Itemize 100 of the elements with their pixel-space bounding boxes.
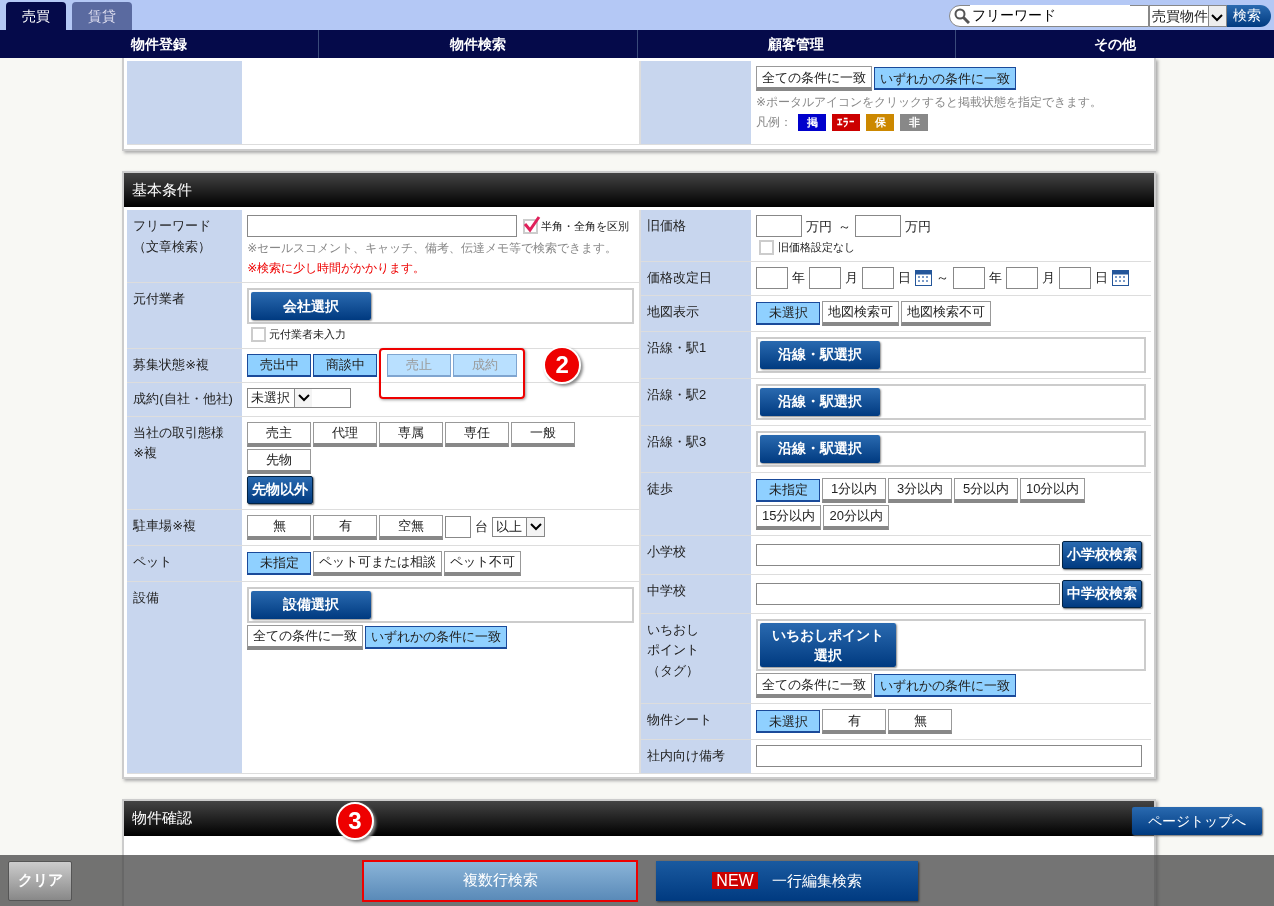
text-field[interactable] <box>247 215 518 238</box>
legend-label: 凡例： <box>756 114 792 132</box>
date-field[interactable] <box>809 266 841 289</box>
hint-text: ※ポータルアイコンをクリックすると掲載状態を指定できます。 <box>756 94 1103 112</box>
field-label: 成約(自社・他社) <box>127 382 243 416</box>
toggle-button[interactable]: 全ての条件に一致 <box>247 624 364 650</box>
checkbox-label: 半角・全角を区別 <box>540 219 629 234</box>
toggle-button[interactable]: 商談中 <box>313 353 378 377</box>
select-button[interactable]: 沿線・駅選択 <box>760 340 880 369</box>
toggle-button[interactable]: 空無 <box>379 514 444 540</box>
toggle-button[interactable]: 無 <box>888 709 952 735</box>
checkbox-label: 元付業者未入力 <box>268 327 346 343</box>
date-field[interactable] <box>756 266 788 289</box>
checkbox[interactable] <box>759 240 775 255</box>
select-button[interactable]: 沿線・駅選択 <box>760 434 880 463</box>
toggle-button[interactable]: 有 <box>313 514 378 540</box>
toggle-button[interactable]: 全ての条件に一致 <box>756 66 872 92</box>
price-field[interactable] <box>855 215 901 238</box>
select-button[interactable]: いちおしポイント選択 <box>760 622 896 668</box>
field-label: （文章検索） <box>133 238 213 257</box>
field-label: 社内向け備考 <box>641 740 751 773</box>
field-label: 小学校 <box>641 535 751 574</box>
toggle-button[interactable]: 売主 <box>247 421 312 447</box>
field-label: 中学校 <box>641 574 751 613</box>
toggle-button[interactable]: 未指定 <box>247 551 312 575</box>
toggle-button[interactable]: いずれかの条件に一致 <box>365 625 508 649</box>
select-button[interactable]: 設備選択 <box>251 590 372 619</box>
toggle-button[interactable]: 無 <box>247 514 312 540</box>
checkbox[interactable] <box>250 327 266 342</box>
unit-label: 万円 <box>806 217 832 236</box>
text-field[interactable] <box>756 582 1060 605</box>
search-field[interactable]: フリーワード <box>948 4 1149 27</box>
calendar-icon[interactable] <box>915 269 932 286</box>
count-field[interactable] <box>445 516 472 539</box>
search-button[interactable]: 先物以外 <box>247 475 314 504</box>
section-header: 基本条件 <box>124 172 1154 207</box>
field-label: いちおし <box>647 620 700 639</box>
search-button[interactable]: 検索 <box>1226 4 1271 27</box>
toggle-button[interactable]: 一般 <box>511 421 576 447</box>
field-label: 価格改定日 <box>641 261 751 295</box>
unit-label: 月 <box>1042 269 1055 287</box>
legend-badge: 保 <box>866 114 894 131</box>
toggle-button[interactable]: 未指定 <box>756 478 820 502</box>
toggle-button[interactable]: いずれかの条件に一致 <box>874 67 1016 91</box>
checkbox-label: 旧価格設定なし <box>777 240 855 256</box>
toggle-button[interactable]: 地図検索不可 <box>901 300 991 326</box>
toggle-button[interactable]: 10分以内 <box>1020 477 1086 503</box>
toggle-button[interactable]: 代理 <box>313 421 378 447</box>
toggle-button[interactable]: 地図検索可 <box>822 300 899 326</box>
legend-badge: ｴﾗｰ <box>832 114 860 131</box>
toggle-button[interactable]: 1分以内 <box>822 477 886 503</box>
date-field[interactable] <box>1059 266 1091 289</box>
text-field[interactable] <box>756 543 1060 566</box>
field-label: 徒歩 <box>641 472 751 535</box>
search-button[interactable]: 小学校検索 <box>1062 540 1142 569</box>
category-dropdown[interactable]: 売買物件 <box>1148 4 1227 27</box>
page-top-button[interactable]: ページトップへ <box>1132 807 1262 835</box>
legend-badge: 非 <box>900 114 928 131</box>
field-label: ※複 <box>133 444 159 463</box>
unit-label: 年 <box>792 269 805 287</box>
nav-menu-item[interactable]: 物件登録 <box>0 30 318 58</box>
select-button[interactable]: 会社選択 <box>251 292 372 321</box>
field-label: （タグ） <box>647 662 700 681</box>
date-field[interactable] <box>862 266 894 289</box>
step-badge: 2 <box>543 345 582 384</box>
dropdown[interactable]: 未選択 <box>247 387 352 408</box>
toggle-button[interactable]: 5分以内 <box>954 477 1018 503</box>
text-field[interactable] <box>756 745 1142 768</box>
toggle-button[interactable]: 15分以内 <box>756 504 822 530</box>
toggle-button[interactable]: 3分以内 <box>888 477 952 503</box>
field-label: 旧価格 <box>641 210 751 261</box>
field-label: フリーワード <box>133 217 213 236</box>
search-button[interactable]: NEW 一行編集検索 <box>656 860 918 901</box>
date-field[interactable] <box>1006 266 1038 289</box>
toggle-button[interactable]: 有 <box>822 709 886 735</box>
toggle-button[interactable]: 20分以内 <box>823 504 889 530</box>
toggle-button[interactable]: いずれかの条件に一致 <box>874 674 1016 698</box>
unit-label: 台 <box>475 518 489 537</box>
toggle-button[interactable]: ペット可または相談 <box>313 550 443 576</box>
toggle-button[interactable]: ペット不可 <box>444 550 522 576</box>
toggle-button[interactable]: 未選択 <box>756 301 820 325</box>
date-field[interactable] <box>953 266 985 289</box>
toggle-button[interactable]: 未選択 <box>756 710 820 734</box>
unit-label: 日 <box>1095 269 1108 287</box>
checkbox[interactable] <box>522 218 538 234</box>
unit-label: 万円 <box>905 217 931 236</box>
toggle-button[interactable]: 売出中 <box>247 353 312 377</box>
field-label: 物件シート <box>641 704 751 740</box>
toggle-button[interactable]: 全ての条件に一致 <box>756 673 872 699</box>
tab[interactable]: 売買 <box>6 2 66 30</box>
tab[interactable]: 賃貸 <box>72 2 132 30</box>
toggle-button[interactable]: 専属 <box>379 421 444 447</box>
field-label: 当社の取引態様 <box>133 423 226 442</box>
price-field[interactable] <box>756 215 802 238</box>
toggle-button[interactable]: 専任 <box>445 421 510 447</box>
calendar-icon[interactable] <box>1112 269 1129 286</box>
dropdown[interactable]: 以上 <box>492 517 546 538</box>
toggle-button[interactable]: 先物 <box>247 448 312 474</box>
select-button[interactable]: 沿線・駅選択 <box>760 387 880 416</box>
search-button[interactable]: 中学校検索 <box>1062 579 1142 608</box>
